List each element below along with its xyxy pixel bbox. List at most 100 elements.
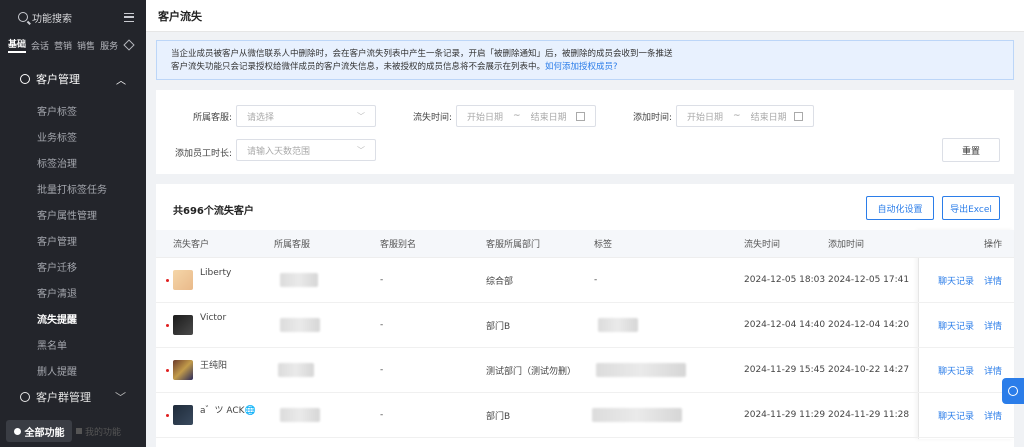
add-member-link[interactable]: 如何添加授权成员? xyxy=(545,62,618,72)
sidebar-item-delete-alert[interactable]: 删人提醒 xyxy=(0,357,146,383)
tab-sales[interactable]: 销售 xyxy=(77,39,95,52)
group-label: 客户群管理 xyxy=(36,391,91,404)
function-search[interactable]: 功能搜索 xyxy=(0,0,146,34)
lost-time: 2024-12-04 14:40 xyxy=(744,320,826,330)
group-icon xyxy=(20,392,30,402)
calendar-icon xyxy=(794,111,803,121)
table-row: Victor - 部门B 2024-12-04 14:40 2024-12-04… xyxy=(156,303,1014,348)
customer-name: Liberty xyxy=(200,268,232,278)
tags-redacted xyxy=(598,318,638,332)
customer-name: Victor xyxy=(200,313,227,323)
tab-service[interactable]: 服务 xyxy=(100,39,118,52)
all-functions-button[interactable]: 全部功能 xyxy=(6,420,72,442)
added-time: 2024-12-04 14:20 xyxy=(828,320,910,330)
tab-session[interactable]: 会话 xyxy=(31,39,49,52)
owner-placeholder: 请选择 xyxy=(247,112,275,123)
chevron-down-icon: ﹀ xyxy=(357,145,365,155)
owner-select[interactable]: 请选择 ﹀ xyxy=(236,105,376,127)
churn-list: 共696个流失客户 自动化设置 导出Excel 流失客户 所属客服 客服别名 客… xyxy=(156,184,1014,447)
my-functions-label: 我的功能 xyxy=(85,427,122,438)
chat-history-link[interactable]: 聊天记录 xyxy=(938,319,974,332)
dept: 测试部门（测试勿删） xyxy=(486,366,577,377)
chevron-down-icon: ﹀ xyxy=(357,111,365,121)
export-excel-button[interactable]: 导出Excel xyxy=(942,196,1000,220)
chat-history-link[interactable]: 聊天记录 xyxy=(938,364,974,377)
sidebar-item-attribute-management[interactable]: 客户属性管理 xyxy=(0,201,146,227)
owner-redacted xyxy=(280,318,320,332)
calendar-icon xyxy=(576,111,585,121)
table-row: 王纯阳 - 测试部门（测试勿删） 2024-11-29 15:45 2024-1… xyxy=(156,348,1014,393)
sidebar-item-customer-clearing[interactable]: 客户清退 xyxy=(0,279,146,305)
alias: - xyxy=(380,320,384,330)
my-functions-button[interactable]: 我的功能 xyxy=(76,425,121,438)
detail-link[interactable]: 详情 xyxy=(984,319,1002,332)
info-notice: 当企业成员被客户从微信联系人中删除时，会在客户流失列表中产生一条记录，开启「被删… xyxy=(156,40,1014,80)
added-time: 2024-10-22 14:27 xyxy=(828,365,910,375)
end-date: 结束日期 xyxy=(750,112,787,123)
table-header: 流失客户 所属客服 客服别名 客服所属部门 标签 流失时间 添加时间 操作 xyxy=(156,230,1014,258)
detail-link[interactable]: 详情 xyxy=(984,364,1002,377)
alias: - xyxy=(380,275,384,285)
tenure-select[interactable]: 请输入天数范围 ﹀ xyxy=(236,139,376,161)
col-tags: 标签 xyxy=(594,240,613,250)
alias: - xyxy=(380,410,384,420)
sidebar-group-group-management[interactable]: 客户群管理 ﹀ xyxy=(0,383,146,411)
avatar xyxy=(173,360,193,380)
main-content: 客户流失 当企业成员被客户从微信联系人中删除时，会在客户流失列表中产生一条记录，… xyxy=(146,0,1024,447)
col-owner: 所属客服 xyxy=(274,240,311,250)
customer-name: 王纯阳 xyxy=(200,361,228,371)
star-icon xyxy=(76,428,82,434)
automation-settings-button[interactable]: 自动化设置 xyxy=(866,196,934,220)
col-added-time: 添加时间 xyxy=(828,240,865,250)
tags-redacted xyxy=(592,408,682,422)
owner-label: 所属客服: xyxy=(192,113,232,123)
detail-link[interactable]: 详情 xyxy=(984,274,1002,287)
sidebar-footer: 全部功能 我的功能 xyxy=(0,415,146,447)
sidebar-item-business-tags[interactable]: 业务标签 xyxy=(0,123,146,149)
lost-time-range[interactable]: 开始日期 ~ 结束日期 xyxy=(456,105,596,127)
customer-service-float-button[interactable] xyxy=(1002,378,1024,404)
sidebar-item-customer-tags[interactable]: 客户标签 xyxy=(0,97,146,123)
filter-panel: 所属客服: 请选择 ﹀ 流失时间: 开始日期 ~ 结束日期 添加时间: 开始日期… xyxy=(156,90,1014,174)
chat-history-link[interactable]: 聊天记录 xyxy=(938,409,974,422)
detail-link[interactable]: 详情 xyxy=(984,409,1002,422)
chat-history-link[interactable]: 聊天记录 xyxy=(938,274,974,287)
col-lost-time: 流失时间 xyxy=(744,240,781,250)
lost-time: 2024-11-29 11:29 xyxy=(744,410,826,420)
chevron-down-icon: ﹀ xyxy=(115,391,126,404)
tab-basic[interactable]: 基础 xyxy=(8,37,27,53)
reset-button[interactable]: 重置 xyxy=(942,138,1000,162)
unread-dot xyxy=(166,278,169,282)
sidebar-item-churn-alert[interactable]: 流失提醒 xyxy=(0,305,146,331)
col-alias: 客服别名 xyxy=(380,240,417,250)
menu-icon[interactable] xyxy=(124,12,134,22)
dept: 部门B xyxy=(486,321,511,332)
add-time-range[interactable]: 开始日期 ~ 结束日期 xyxy=(676,105,814,127)
sidebar-item-tag-governance[interactable]: 标签治理 xyxy=(0,149,146,175)
user-icon xyxy=(20,74,30,84)
sidebar-group-customer-management[interactable]: 客户管理 ︿ xyxy=(0,61,146,97)
notice-text: 客户流失功能只会记录授权给微伴成员的客户流失信息，未被授权的成员信息将不会展示在… xyxy=(171,62,546,72)
tab-marketing[interactable]: 营销 xyxy=(54,39,72,52)
sidebar-item-blacklist[interactable]: 黑名单 xyxy=(0,331,146,357)
alias: - xyxy=(380,365,384,375)
owner-redacted xyxy=(280,273,318,287)
chevron-up-icon: ︿ xyxy=(116,75,126,87)
col-actions: 操作 xyxy=(984,240,1003,250)
sidebar-item-customer-management[interactable]: 客户管理 xyxy=(0,227,146,253)
more-icon[interactable] xyxy=(123,39,135,51)
unread-dot xyxy=(166,323,169,327)
notice-line-1: 当企业成员被客户从微信联系人中删除时，会在客户流失列表中产生一条记录，开启「被删… xyxy=(171,49,673,59)
added-time: 2024-12-05 17:41 xyxy=(828,275,910,285)
lost-time: 2024-12-05 18:03 xyxy=(744,275,826,285)
sidebar-item-batch-tag-task[interactable]: 批量打标签任务 xyxy=(0,175,146,201)
function-search-label: 功能搜索 xyxy=(32,13,72,25)
all-functions-label: 全部功能 xyxy=(24,427,65,439)
sidebar-item-customer-migration[interactable]: 客户迁移 xyxy=(0,253,146,279)
dept: 部门B xyxy=(486,411,511,422)
unread-dot xyxy=(166,413,169,417)
lost-time-label: 流失时间: xyxy=(412,113,452,123)
add-time-label: 添加时间: xyxy=(632,113,672,123)
range-separator: ~ xyxy=(733,111,741,121)
range-separator: ~ xyxy=(513,111,521,121)
